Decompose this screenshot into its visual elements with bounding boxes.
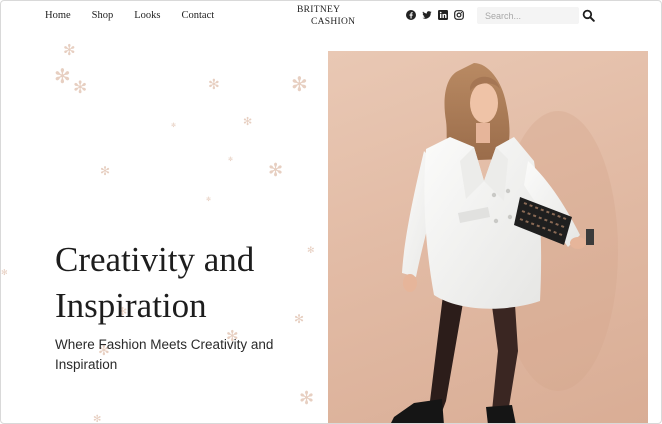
hero-subtitle: Where Fashion Meets Creativity and Inspi… bbox=[55, 337, 274, 372]
nav-looks[interactable]: Looks bbox=[134, 10, 160, 21]
snowflake-icon: ✻ bbox=[208, 76, 220, 92]
twitter-icon[interactable] bbox=[422, 10, 432, 20]
facebook-icon[interactable] bbox=[406, 10, 416, 20]
snowflake-icon: ✻ bbox=[93, 414, 102, 424]
main-nav: Home Shop Looks Contact bbox=[45, 10, 214, 21]
nav-contact[interactable]: Contact bbox=[182, 10, 215, 21]
snowflake-icon: ✻ bbox=[268, 160, 284, 180]
nav-shop[interactable]: Shop bbox=[92, 10, 114, 21]
nav-home[interactable]: Home bbox=[45, 10, 71, 21]
page-frame: Home Shop Looks Contact BRITNEY CASHION … bbox=[0, 0, 662, 424]
search-icon[interactable] bbox=[582, 9, 595, 22]
social-links bbox=[406, 10, 464, 20]
snowflake-icon: ✻ bbox=[1, 268, 8, 277]
snowflake-icon: ✻ bbox=[171, 123, 177, 129]
snowflake-icon: ✻ bbox=[228, 157, 234, 163]
site-logo[interactable]: BRITNEY CASHION bbox=[297, 4, 355, 28]
snowflake-icon: ✻ bbox=[243, 116, 253, 128]
snowflake-icon: ✻ bbox=[54, 66, 71, 88]
search-input[interactable] bbox=[477, 7, 579, 24]
hero-model-image bbox=[328, 51, 648, 423]
hero-title: Creativity and Inspiration bbox=[55, 240, 255, 325]
snowflake-icon: ✻ bbox=[63, 42, 76, 59]
snowflake-icon: ✻ bbox=[291, 74, 308, 96]
logo-line-2: CASHION bbox=[311, 17, 356, 27]
snowflake-icon: ✻ bbox=[100, 164, 111, 178]
snowflake-icon: ✻ bbox=[206, 197, 212, 203]
snowflake-icon: ✻ bbox=[73, 78, 88, 97]
logo-line-1: BRITNEY bbox=[297, 5, 341, 15]
snowflake-icon: ✻ bbox=[299, 388, 315, 408]
linkedin-icon[interactable] bbox=[438, 10, 448, 20]
instagram-icon[interactable] bbox=[454, 10, 464, 20]
